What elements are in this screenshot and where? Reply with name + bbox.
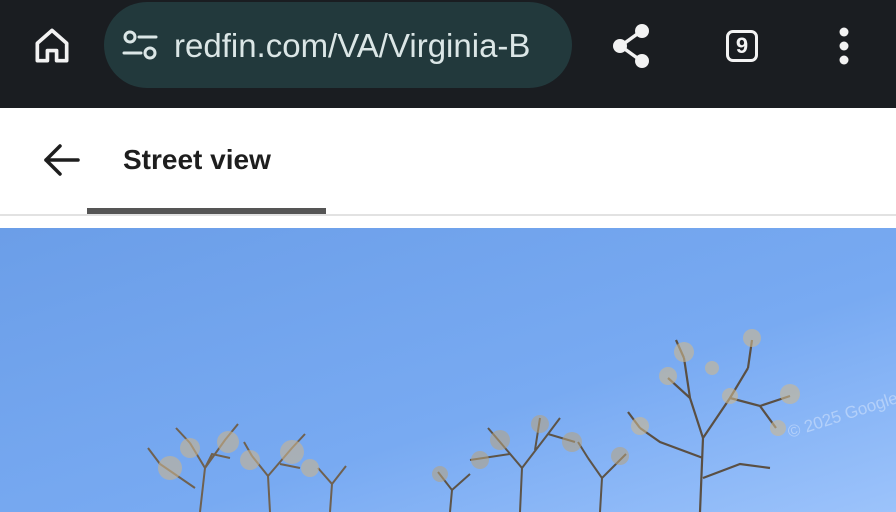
tab-street-view[interactable]: Street view	[87, 108, 326, 214]
page-header: Street view	[0, 108, 896, 216]
home-button[interactable]	[24, 18, 80, 74]
address-bar[interactable]: redfin.com/VA/Virginia-B	[104, 2, 572, 88]
home-icon	[35, 28, 69, 63]
tab-count: 9	[735, 33, 749, 58]
browser-toolbar: redfin.com/VA/Virginia-B 9	[0, 0, 896, 108]
street-view-image[interactable]: © 2025 Google	[0, 228, 896, 512]
sky	[0, 228, 896, 512]
tab-switcher-button[interactable]: 9	[714, 18, 770, 74]
tabs-icon: 9	[726, 30, 758, 62]
share-icon	[613, 24, 649, 68]
tune-icon[interactable]	[122, 29, 158, 61]
more-vert-icon	[839, 27, 849, 65]
tab-selected-indicator	[87, 208, 326, 214]
more-menu-button[interactable]	[816, 18, 872, 74]
street-view-photo: © 2025 Google	[0, 228, 896, 512]
share-button[interactable]	[604, 18, 660, 74]
tab-label: Street view	[123, 144, 271, 175]
url-text[interactable]: redfin.com/VA/Virginia-B	[174, 26, 560, 66]
back-button[interactable]	[34, 136, 90, 184]
arrow-left-icon	[44, 144, 80, 176]
